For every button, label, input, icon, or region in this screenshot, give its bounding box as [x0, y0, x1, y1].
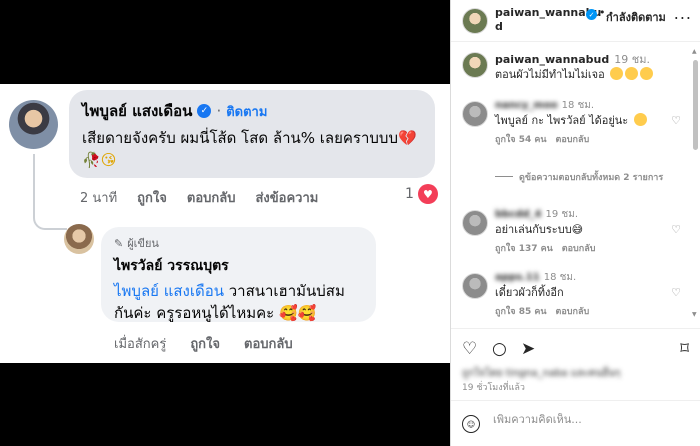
like-heart-icon[interactable]: ♡	[671, 223, 681, 236]
reply-bubble: ✎ ผู้เขียน ไพรวัลย์ วรรณบุตร ไพบูลย์ แสง…	[101, 227, 376, 322]
comment-username[interactable]: bbcdd_4	[495, 209, 542, 220]
instagram-sidebar: paiwan_wannabud ✓ • กำลังติดตาม ... paiw…	[450, 0, 700, 446]
scrollbar[interactable]: ▲ ▼	[692, 48, 698, 318]
like-heart-icon[interactable]: ♡	[462, 339, 477, 359]
list-item: nancy_moo 18 ชม. ไพบูลย์ กะ ไพรวัลย์ ได้อ…	[451, 98, 689, 154]
reply-author-name: ไพรวัลย์ วรรณบุตร	[114, 258, 229, 274]
grin-emoji-icon	[640, 67, 654, 80]
like-action: ถูกใจ	[137, 191, 167, 206]
reply-button[interactable]: ตอบกลับ	[556, 304, 590, 318]
comment-text: เสียดายจังครับ ผมนี่โส้ด โสด ล้าน% เลยคร…	[82, 129, 417, 169]
verified-icon: ✓	[197, 104, 212, 118]
emoji-picker-icon[interactable]: ☺	[462, 415, 480, 433]
avatar[interactable]	[462, 52, 488, 78]
grin-emoji-icon	[625, 67, 639, 80]
avatar	[9, 100, 58, 149]
share-icon[interactable]: ➤	[521, 339, 535, 359]
comment-time: 2 นาที	[80, 191, 118, 206]
reply-reply-action: ตอบกลับ	[244, 337, 293, 352]
following-button[interactable]: กำลังติดตาม	[606, 8, 666, 26]
avatar[interactable]	[462, 210, 488, 236]
comment-actions: 2 นาที ถูกใจ ตอบกลับ ส่งข้อความ	[80, 187, 318, 208]
wilted-rose-icon: 🥀	[82, 151, 101, 169]
list-item: apps.11 18 ชม. เดี๋ยวผัวก็ทิ้งอีก ถูกใจ 8…	[451, 270, 689, 326]
mention: ไพบูลย์ แสงเดือน	[114, 282, 224, 300]
caption-text: ตอนผัวไม่มีทำไมไม่เจอ	[495, 65, 654, 83]
likes-summary[interactable]: ถูกใจโดย tingna_naba และคนอื่นๆ	[462, 366, 620, 381]
heart-reaction-icon: ♥	[417, 184, 438, 204]
post-actions: ♡ ○ ➤ ⌑	[451, 328, 700, 368]
reply-action: ตอบกลับ	[186, 191, 236, 206]
scroll-down-icon[interactable]: ▼	[692, 311, 697, 318]
comment-author: ไพบูลย์ แสงเดือน ✓ · ติดตาม	[82, 99, 422, 123]
reply-button[interactable]: ตอบกลับ	[562, 241, 596, 255]
avatar[interactable]	[462, 273, 488, 299]
comment-username[interactable]: apps.11	[495, 272, 540, 283]
comment-text: เดี๋ยวผัวก็ทิ้งอีก	[495, 286, 564, 299]
separator-dot: •	[599, 6, 606, 19]
list-item: bbcdd_4 19 ชม. อย่าเล่นกับระบบ😅 ถูกใจ 137…	[451, 207, 689, 263]
more-options-icon[interactable]: ...	[674, 4, 692, 23]
author-badge: ✎ ผู้เขียน	[114, 236, 159, 251]
grin-emoji-icon	[633, 113, 647, 126]
comment-username[interactable]: nancy_moo	[495, 100, 558, 111]
avatar[interactable]	[462, 101, 488, 127]
reply-time: เมื่อสักครู่	[114, 337, 167, 352]
comment-time: 19 ชม.	[545, 209, 578, 220]
scrollbar-thumb[interactable]	[693, 60, 698, 150]
like-count[interactable]: ถูกใจ 54 คน	[495, 132, 547, 146]
facebook-comment-screenshot: ไพบูลย์ แสงเดือน ✓ · ติดตาม เสียดายจังคร…	[0, 84, 450, 363]
follow-link: ติดตาม	[226, 104, 268, 120]
reply-actions: เมื่อสักครู่ ถูกใจ ตอบกลับ	[114, 333, 293, 354]
reaction-count: 1 ♥	[405, 184, 438, 204]
pen-icon: ✎	[114, 236, 124, 250]
save-bookmark-icon[interactable]: ⌑	[680, 339, 689, 359]
comment-icon[interactable]: ○	[492, 339, 507, 359]
like-heart-icon[interactable]: ♡	[671, 114, 681, 127]
thread-line	[33, 154, 67, 230]
like-count[interactable]: ถูกใจ 137 คน	[495, 241, 553, 255]
reply-like-action: ถูกใจ	[190, 337, 221, 352]
like-heart-icon[interactable]: ♡	[671, 286, 681, 299]
scroll-up-icon[interactable]: ▲	[692, 48, 697, 55]
author-name: ไพบูลย์ แสงเดือน	[82, 102, 193, 120]
send-message-action: ส่งข้อความ	[255, 191, 319, 206]
grin-emoji-icon	[610, 67, 624, 80]
add-comment-bar: ☺	[451, 400, 700, 446]
like-count[interactable]: ถูกใจ 85 คน	[495, 304, 547, 318]
comment-input[interactable]	[493, 413, 673, 426]
broken-heart-icon: 💔	[397, 129, 417, 147]
avatar[interactable]	[462, 8, 488, 34]
kiss-face-icon: 😘	[100, 151, 117, 169]
comment-time: 18 ชม.	[543, 272, 577, 283]
comment-time: 18 ชม.	[561, 100, 595, 111]
divider	[495, 176, 513, 177]
reply-text: ไพบูลย์ แสงเดือน วาสนาเฮามันบ่สมกันค่ะ ค…	[114, 282, 345, 322]
post-time: 19 ชั่วโมงที่แล้ว	[462, 383, 525, 393]
separator-dot: ·	[216, 102, 222, 120]
post-header: paiwan_wannabud ✓ • กำลังติดตาม ...	[451, 0, 700, 42]
verified-icon: ✓	[586, 9, 597, 20]
comment-text: ไพบูลย์ กะ ไพรวัลย์ ได้อยู่นะ	[495, 111, 647, 129]
reply-button[interactable]: ตอบกลับ	[556, 132, 590, 146]
comment-text: อย่าเล่นกับระบบ😅	[495, 223, 584, 236]
comment-bubble: ไพบูลย์ แสงเดือน ✓ · ติดตาม เสียดายจังคร…	[69, 90, 435, 178]
post-image: ไพบูลย์ แสงเดือน ✓ · ติดตาม เสียดายจังคร…	[0, 0, 450, 446]
view-replies-button[interactable]: ดูข้อความตอบกลับทั้งหมด 2 รายการ	[495, 172, 665, 184]
reply-avatar	[64, 224, 94, 254]
